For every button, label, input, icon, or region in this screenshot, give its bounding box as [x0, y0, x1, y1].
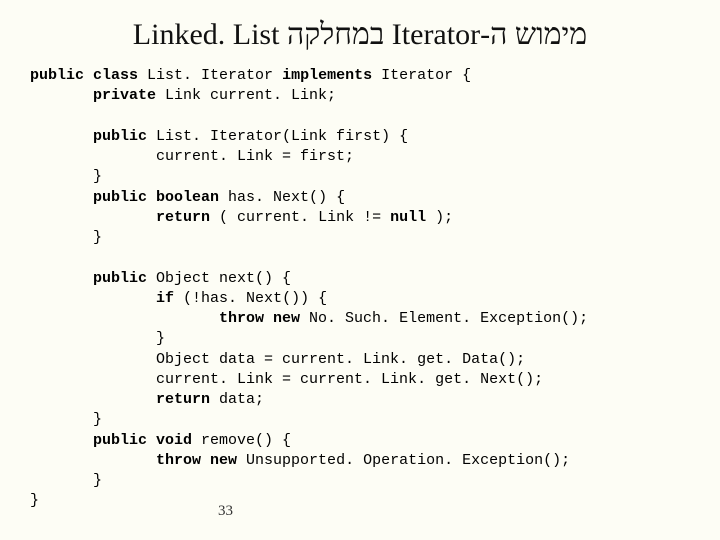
t: List. Iterator — [138, 67, 282, 84]
kw: return — [156, 209, 210, 226]
code-line: throw new Unsupported. Operation. Except… — [30, 452, 570, 469]
code-line: return ( current. Link != null ); — [30, 209, 453, 226]
code-line: current. Link = first; — [30, 148, 354, 165]
t: ); — [426, 209, 453, 226]
code-line: public Object next() { — [30, 270, 291, 287]
code-block: public class List. Iterator implements I… — [30, 66, 690, 512]
kw: public void — [93, 432, 192, 449]
t: Object next() { — [147, 270, 291, 287]
t — [30, 87, 93, 104]
code-line: } — [30, 330, 165, 347]
t — [30, 391, 156, 408]
t: data; — [210, 391, 264, 408]
kw: public — [93, 270, 147, 287]
t: Iterator { — [372, 67, 471, 84]
code-line: public class List. Iterator implements I… — [30, 67, 471, 84]
kw: private — [93, 87, 156, 104]
kw: throw new — [156, 452, 237, 469]
t: No. Such. Element. Exception(); — [300, 310, 588, 327]
kw: implements — [282, 67, 372, 84]
t — [30, 432, 93, 449]
t: (!has. Next()) { — [174, 290, 327, 307]
code-line: } — [30, 472, 102, 489]
code-line: public List. Iterator(Link first) { — [30, 128, 408, 145]
t — [30, 209, 156, 226]
code-line: throw new No. Such. Element. Exception()… — [30, 310, 588, 327]
t — [30, 452, 156, 469]
t — [30, 128, 93, 145]
code-line: return data; — [30, 391, 264, 408]
code-line: if (!has. Next()) { — [30, 290, 327, 307]
t — [30, 270, 93, 287]
kw: if — [156, 290, 174, 307]
t — [30, 189, 93, 206]
t: remove() { — [192, 432, 291, 449]
kw: throw new — [219, 310, 300, 327]
code-line: Object data = current. Link. get. Data()… — [30, 351, 525, 368]
page-number: 33 — [218, 503, 233, 520]
kw: return — [156, 391, 210, 408]
code-line: } — [30, 168, 102, 185]
code-line: } — [30, 229, 102, 246]
t: Unsupported. Operation. Exception(); — [237, 452, 570, 469]
code-line: private Link current. Link; — [30, 87, 336, 104]
kw: public — [93, 128, 147, 145]
t: List. Iterator(Link first) { — [147, 128, 408, 145]
kw: public class — [30, 67, 138, 84]
slide: מימוש ה-Iterator במחלקה Linked. List pub… — [0, 0, 720, 540]
t — [30, 290, 156, 307]
kw: null — [390, 209, 426, 226]
code-line: public void remove() { — [30, 432, 291, 449]
t: has. Next() { — [219, 189, 345, 206]
t: ( current. Link != — [210, 209, 390, 226]
code-line: public boolean has. Next() { — [30, 189, 345, 206]
t: Link current. Link; — [156, 87, 336, 104]
kw: public boolean — [93, 189, 219, 206]
code-line: } — [30, 492, 39, 509]
slide-title: מימוש ה-Iterator במחלקה Linked. List — [30, 18, 690, 52]
code-line: } — [30, 411, 102, 428]
t — [30, 310, 219, 327]
code-line: current. Link = current. Link. get. Next… — [30, 371, 543, 388]
